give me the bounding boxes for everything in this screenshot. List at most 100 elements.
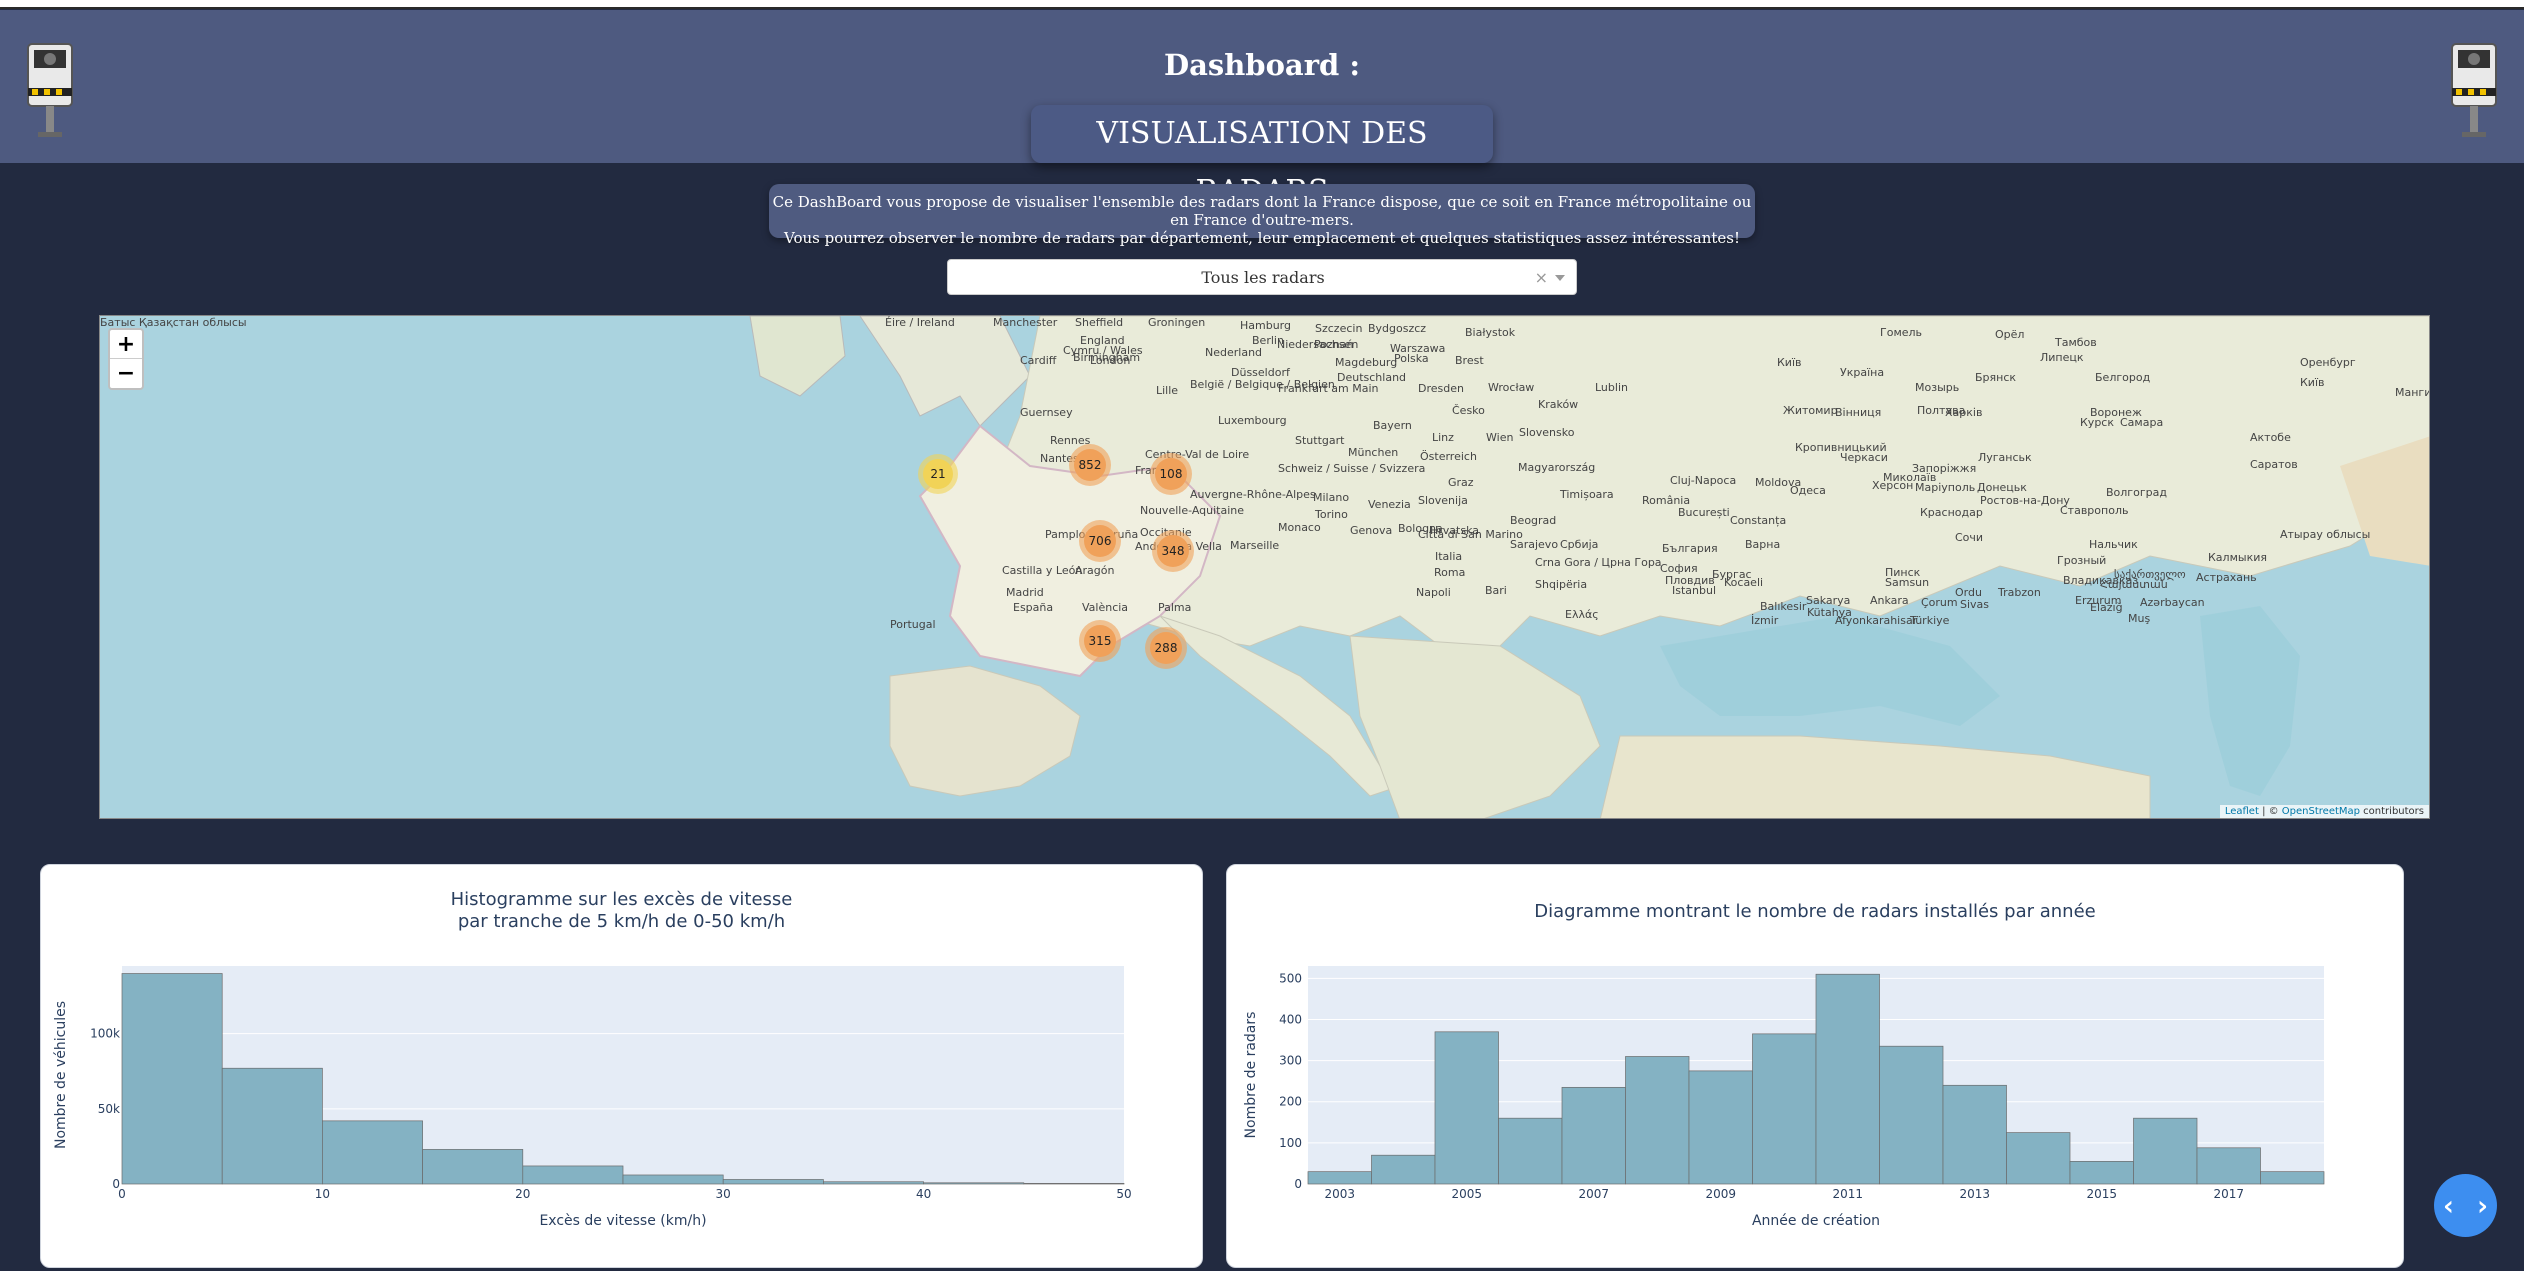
- x-tick-label: 2005: [1451, 1187, 1482, 1201]
- marker-cluster-count: 21: [923, 459, 953, 489]
- map-place-label: Саратов: [2250, 458, 2298, 471]
- map-place-label: Österreich: [1420, 450, 1477, 463]
- zoom-in-button[interactable]: +: [110, 330, 142, 359]
- map-place-label: Астрахань: [2196, 571, 2257, 584]
- top-strip: [0, 0, 2524, 9]
- map-place-label: Szczecin: [1315, 322, 1363, 335]
- clear-icon[interactable]: ×: [1535, 260, 1548, 296]
- map-place-label: Грозный: [2057, 554, 2107, 567]
- histogram-bar: [221, 1067, 323, 1185]
- osm-link[interactable]: OpenStreetMap: [2282, 806, 2360, 817]
- map-place-label: Torino: [1315, 508, 1348, 521]
- map-place-label: Lille: [1156, 384, 1179, 397]
- map-place-label: Madrid: [1006, 586, 1044, 599]
- leaflet-link[interactable]: Leaflet: [2225, 806, 2259, 817]
- year-bar: [1307, 1171, 1372, 1185]
- map-place-label: Balıkesir: [1760, 600, 1807, 613]
- map-attribution: Leaflet | © OpenStreetMap contributors: [2219, 805, 2429, 818]
- x-tick-label: 20: [515, 1187, 530, 1201]
- map-place-label: Луганськ: [1978, 451, 2032, 464]
- histogram-bar: [322, 1120, 423, 1185]
- marker-cluster[interactable]: 852: [1069, 444, 1111, 486]
- map-place-label: България: [1662, 542, 1718, 555]
- year-chart-card: Diagramme montrant le nombre de radars i…: [1226, 864, 2404, 1268]
- map-place-label: Palma: [1158, 601, 1192, 614]
- x-tick-label: 2009: [1705, 1187, 1736, 1201]
- page-subtitle: VISUALISATION DES RADARS: [1031, 105, 1493, 209]
- map-place-label: Magdeburg: [1335, 356, 1398, 369]
- marker-cluster[interactable]: 706: [1079, 520, 1121, 562]
- year-bar: [2196, 1147, 2261, 1185]
- map-place-label: Berlin: [1252, 334, 1284, 347]
- year-bar: [2133, 1117, 2198, 1185]
- map-place-label: Groningen: [1148, 316, 1206, 329]
- map-place-label: Пинск: [1885, 566, 1921, 579]
- histogram-bar: [522, 1165, 624, 1185]
- map-place-label: Мозырь: [1915, 381, 1960, 394]
- year-bar: [1879, 1045, 1944, 1185]
- year-bar: [1561, 1086, 1626, 1185]
- y-tick-label: 200: [1279, 1095, 1302, 1109]
- map-place-label: München: [1348, 446, 1399, 459]
- year-bar: [1752, 1033, 1817, 1185]
- map-place-label: Sheffield: [1075, 316, 1124, 329]
- map-place-label: Kocaeli: [1724, 576, 1764, 589]
- speed-histogram-card: Histogramme sur les excès de vitesse par…: [40, 864, 1203, 1268]
- x-axis-label: Excès de vitesse (km/h): [539, 1213, 706, 1229]
- x-tick-label: 2011: [1832, 1187, 1863, 1201]
- map-place-label: Ελλάς: [1565, 608, 1599, 621]
- map-place-label: Schweiz / Suisse / Svizzera: [1278, 462, 1426, 475]
- map-place-label: Dresden: [1418, 382, 1464, 395]
- map-place-label: Auvergne-Rhône-Alpes: [1190, 488, 1316, 501]
- x-tick-label: 2015: [2086, 1187, 2117, 1201]
- year-bar: [1498, 1117, 1563, 1185]
- marker-cluster[interactable]: 348: [1152, 530, 1194, 572]
- x-tick-label: 2003: [1324, 1187, 1355, 1201]
- marker-cluster[interactable]: 315: [1079, 620, 1121, 662]
- radar-type-dropdown[interactable]: Tous les radars ×: [947, 259, 1577, 295]
- attribution-tail: contributors: [2360, 806, 2424, 817]
- map-place-label: Castilla y León: [1002, 564, 1083, 577]
- zoom-out-button[interactable]: −: [110, 359, 142, 388]
- radar-map[interactable]: + − Éire / Ireland Manchester Sheffield Eng…: [99, 315, 2430, 819]
- marker-cluster[interactable]: 108: [1150, 453, 1192, 495]
- map-place-label: Kraków: [1538, 398, 1579, 411]
- marker-cluster-count: 315: [1084, 625, 1116, 657]
- map-place-label: Sarajevo: [1510, 538, 1559, 551]
- chevron-down-icon[interactable]: [1555, 275, 1565, 281]
- map-place-label: Հայաստան: [2100, 578, 2168, 591]
- map-place-label: Lublin: [1595, 381, 1628, 394]
- map-place-label: Cluj-Napoca: [1670, 474, 1737, 487]
- map-place-label: Орёл: [1995, 328, 2025, 341]
- map-place-label: Wrocław: [1488, 381, 1535, 394]
- map-place-label: España: [1013, 601, 1054, 614]
- x-tick-label: 0: [118, 1187, 126, 1201]
- code-brackets-icon: ‹ ›: [2440, 1189, 2491, 1222]
- page-header: Dashboard : VISUALISATION DES RADARS: [0, 10, 2524, 209]
- map-place-label: Italia: [1435, 550, 1463, 563]
- marker-cluster[interactable]: 288: [1145, 627, 1187, 669]
- map-place-label: Linz: [1432, 431, 1454, 444]
- y-tick-label: 50k: [98, 1102, 120, 1116]
- map-place-label: Nederland: [1205, 346, 1263, 359]
- map-place-label: Липецк: [2040, 351, 2084, 364]
- map-place-label: Атырау облысы: [2280, 528, 2371, 541]
- map-place-label: Istanbul: [1672, 584, 1717, 597]
- map-place-label: Wien: [1486, 431, 1514, 444]
- map-place-label: Graz: [1448, 476, 1474, 489]
- map-place-label: Luxembourg: [1218, 414, 1287, 427]
- map-place-label: Marseille: [1230, 539, 1280, 552]
- map-tiles: [100, 316, 2429, 818]
- description-line: Ce DashBoard vous propose de visualiser …: [772, 193, 1752, 229]
- marker-cluster[interactable]: 21: [918, 454, 958, 494]
- map-place-label: Hamburg: [1240, 319, 1291, 332]
- map-place-label: Калмыкия: [2208, 551, 2267, 564]
- year-bar: [1942, 1084, 2007, 1185]
- map-place-label: Запоріжжя: [1912, 462, 1977, 475]
- year-bar: [1434, 1031, 1499, 1185]
- map-place-label: Éire / Ireland: [885, 316, 955, 329]
- year-bar-chart: 0 100 200 300 400 500 2003 2005 2007 2009 2011 2013…: [1243, 966, 2325, 1229]
- code-toggle-button[interactable]: ‹ ›: [2434, 1174, 2497, 1237]
- map-place-label: Brest: [1455, 354, 1484, 367]
- year-bar: [2006, 1132, 2071, 1185]
